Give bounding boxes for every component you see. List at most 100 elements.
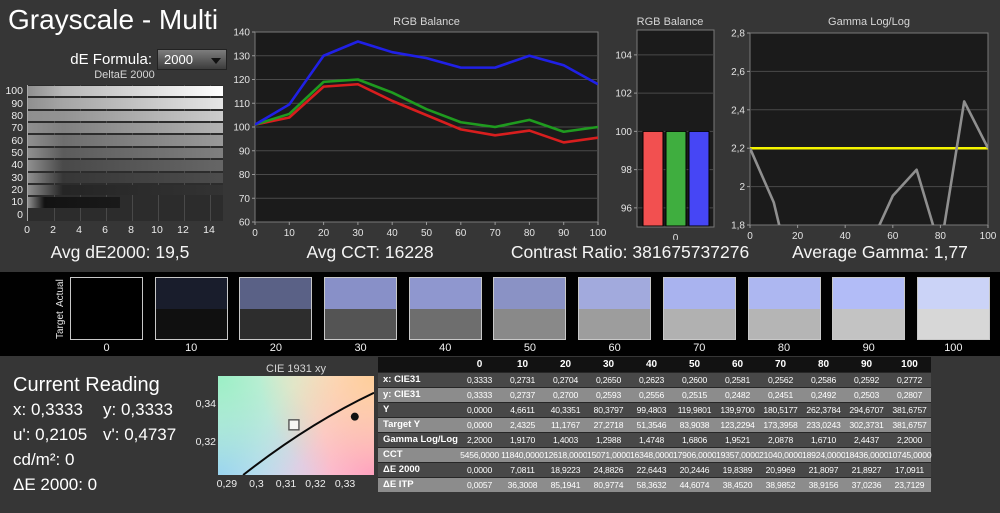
deltae-y-tick-label: 60 xyxy=(0,135,23,147)
deltae-bar xyxy=(28,160,223,170)
swatch-level-label: 40 xyxy=(409,342,482,354)
table-cell: 0,2482 xyxy=(716,388,759,402)
table-cell: 0,0000 xyxy=(458,418,501,432)
actual-color-swatch xyxy=(325,278,396,309)
svg-text:90: 90 xyxy=(558,228,570,239)
deltae-bar-row: 70 xyxy=(28,122,223,134)
table-cell: 99,4803 xyxy=(630,403,673,417)
target-color-swatch xyxy=(71,309,142,340)
deltae-bar xyxy=(28,197,120,207)
svg-text:2: 2 xyxy=(739,182,745,193)
deltae-chart: 1009080706050403020100 xyxy=(27,85,223,221)
svg-text:60: 60 xyxy=(887,231,899,240)
deltae-bar-row: 20 xyxy=(28,184,223,196)
swatch-item: 80 xyxy=(748,277,821,354)
svg-text:80: 80 xyxy=(239,170,251,181)
reading-label: x: 0,3333 xyxy=(13,400,83,419)
target-color-swatch xyxy=(918,309,989,340)
svg-text:96: 96 xyxy=(621,203,633,214)
deltae-bar-row: 80 xyxy=(28,110,223,122)
table-row-label: x: CIE31 xyxy=(378,373,458,387)
table-cell: 4,6611 xyxy=(501,403,544,417)
swatch-level-label: 90 xyxy=(832,342,905,354)
table-cell: 36,3008 xyxy=(501,478,544,492)
table-cell: 21,8927 xyxy=(845,463,888,477)
swatch-level-label: 20 xyxy=(239,342,312,354)
swatch-level-label: 60 xyxy=(578,342,651,354)
table-cell: 1,4003 xyxy=(544,433,587,447)
table-row-label: CCT xyxy=(378,448,458,462)
table-cell: 0,2650 xyxy=(587,373,630,387)
deltae-x-tick-label: 10 xyxy=(151,224,163,236)
table-header-cell: 10 xyxy=(501,357,544,372)
swatch-item: 40 xyxy=(409,277,482,354)
deltae-bar-row: 50 xyxy=(28,147,223,159)
deltae-bar xyxy=(28,123,223,133)
measurement-table: 0102030405060708090100x: CIE310,33330,27… xyxy=(378,357,931,492)
avg-cct-stat: Avg CCT: 16228 xyxy=(240,242,500,263)
swatch-item: 0 xyxy=(70,277,143,354)
svg-text:100: 100 xyxy=(233,123,250,134)
table-cell: 0,2451 xyxy=(759,388,802,402)
target-color-swatch xyxy=(410,309,481,340)
de-formula-dropdown[interactable]: 2000 xyxy=(157,49,227,70)
reading-label: u': 0,2105 xyxy=(13,425,87,444)
table-cell: 11840,0000 xyxy=(501,448,544,462)
reading-label: cd/m²: 0 xyxy=(13,450,74,469)
table-cell: 1,6710 xyxy=(802,433,845,447)
swatch-box xyxy=(324,277,397,340)
table-cell: 0,0057 xyxy=(458,478,501,492)
deltae-x-tick-label: 4 xyxy=(76,224,82,236)
deltae-x-tick-label: 14 xyxy=(203,224,215,236)
table-cell: 85,1941 xyxy=(544,478,587,492)
table-cell: 2,4437 xyxy=(845,433,888,447)
table-cell: 23,7129 xyxy=(888,478,931,492)
deltae-y-tick-label: 20 xyxy=(0,184,23,196)
table-header-cell: 0 xyxy=(458,357,501,372)
daylight-locus-curve xyxy=(243,393,374,475)
deltae-y-tick-label: 90 xyxy=(0,98,23,110)
table-cell: 2,2000 xyxy=(888,433,931,447)
actual-color-swatch xyxy=(410,278,481,309)
table-cell: 80,9774 xyxy=(587,478,630,492)
table-cell: 5456,0000 xyxy=(458,448,501,462)
page-title: Grayscale - Multi xyxy=(8,4,218,36)
table-header-cell: 100 xyxy=(888,357,931,372)
table-cell: 381,6757 xyxy=(888,418,931,432)
deltae-x-tick-label: 12 xyxy=(177,224,189,236)
table-cell: 12618,0000 xyxy=(544,448,587,462)
table-cell: 2,2000 xyxy=(458,433,501,447)
svg-text:130: 130 xyxy=(233,51,250,62)
svg-text:1,8: 1,8 xyxy=(731,221,745,232)
deltae-bar-row: 10 xyxy=(28,196,223,208)
swatch-box xyxy=(239,277,312,340)
swatch-strip: Actual Target 0102030405060708090100 xyxy=(0,272,1000,356)
swatch-box xyxy=(409,277,482,340)
table-cell: 180,5177 xyxy=(759,403,802,417)
table-cell: 7,0811 xyxy=(501,463,544,477)
table-row-label: ΔE ITP xyxy=(378,478,458,492)
table-cell: 2,0878 xyxy=(759,433,802,447)
target-point-marker xyxy=(289,420,299,430)
reading-label: v': 0,4737 xyxy=(103,425,176,445)
table-cell: 17,0911 xyxy=(888,463,931,477)
svg-text:80: 80 xyxy=(935,231,947,240)
deltae-y-tick-label: 40 xyxy=(0,159,23,171)
deltae-bar-row: 40 xyxy=(28,159,223,171)
current-reading-line: u': 0,2105 v': 0,4737 xyxy=(13,425,213,450)
target-color-swatch xyxy=(325,309,396,340)
table-cell: 0,2592 xyxy=(845,373,888,387)
swatch-item: 50 xyxy=(493,277,566,354)
deltae-y-tick-label: 50 xyxy=(0,147,23,159)
table-header-cell: 80 xyxy=(802,357,845,372)
table-cell: 0,2492 xyxy=(802,388,845,402)
deltae-bar-row: 0 xyxy=(28,209,223,221)
table-cell: 20,9969 xyxy=(759,463,802,477)
table-cell: 173,3958 xyxy=(759,418,802,432)
chevron-down-icon xyxy=(211,58,221,64)
table-row-label: Gamma Log/Log xyxy=(378,433,458,447)
svg-text:2,6: 2,6 xyxy=(731,67,745,78)
swatch-item: 100 xyxy=(917,277,990,354)
table-cell: 16348,0000 xyxy=(630,448,673,462)
deltae-bar-row: 30 xyxy=(28,172,223,184)
